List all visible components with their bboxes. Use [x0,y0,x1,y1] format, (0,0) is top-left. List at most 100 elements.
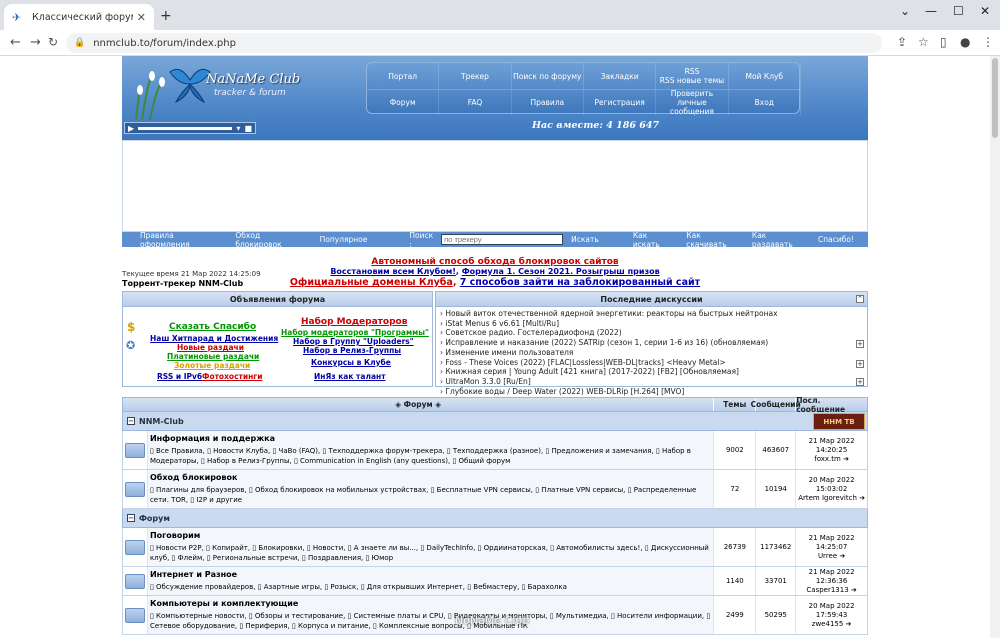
subforum-list[interactable]: ▯ Все Правила, ▯ Новости Клуба, ▯ ЧаВо (… [150,446,711,466]
expand-icon[interactable]: + [856,340,864,348]
maximize-icon[interactable]: ☐ [953,4,964,18]
page-scrollbar[interactable] [990,56,1000,638]
uploaders-link[interactable]: Набор в Группу "Uploaders" [293,337,414,346]
search-input[interactable] [441,234,564,245]
last-post[interactable]: 20 Мар 2022 15:03:02 Artem Igorevitch ➔ [795,470,867,508]
menu-top-item[interactable]: Закладки [584,63,657,89]
nnm-tv-badge[interactable]: ННМ ТВ [813,413,865,430]
menu-bottom-item[interactable]: Форум [367,90,440,115]
hitparade-link[interactable]: Наш Хитпарад и Достижения [150,334,278,343]
forum-title[interactable]: Обход блокировок [150,473,711,482]
menu-bottom-item[interactable]: Регистрация [584,90,657,115]
promo-7ways-link[interactable]: 7 способов зайти на заблокированный сайт [460,277,700,288]
nav-how-search[interactable]: Как искать [633,231,672,249]
release-group-link[interactable]: Набор в Релиз-Группы [303,346,401,355]
sidepanel-icon[interactable]: ▯ [940,35,947,49]
nav-how-upload[interactable]: Как раздавать [752,231,804,249]
discussion-item[interactable]: › iStat Menus 6 v6.61 [Multi/Ru] [440,319,863,329]
volume-icon[interactable]: ■ [244,124,252,133]
last-post-user[interactable]: Urree ➔ [796,552,867,561]
subforum-list[interactable]: ▯ Плагины для браузеров, ▯ Обход блокиро… [150,485,711,505]
rss-link[interactable]: RSS и IPv6 [157,372,202,381]
menu-bottom-item[interactable]: FAQ [439,90,512,115]
category-title[interactable]: Форум [139,514,170,523]
menu-bottom-item[interactable]: Правила [512,90,584,115]
close-window-icon[interactable]: ✕ [980,4,990,18]
last-post[interactable]: 21 Мар 2022 14:20:25 foxx.tm ➔ [795,431,867,469]
goto-post-icon[interactable]: ➔ [837,552,845,560]
forum-title[interactable]: Компьютеры и комплектующие [150,599,711,608]
promo-f1-link[interactable]: Формула 1. Сезон 2021. Розыгрыш призов [462,267,660,276]
menu-top-item[interactable]: RSS RSS новые темы [656,63,729,89]
discussion-item[interactable]: › Новый виток отечественной ядерной энер… [440,309,863,319]
player-progress[interactable] [138,126,233,130]
say-thanks-link[interactable]: Сказать Спасибо [169,322,256,332]
bookmark-star-icon[interactable]: ☆ [918,35,929,49]
subforum-list[interactable]: ▯ Компьютерные новости, ▯ Обзоры и тести… [150,611,711,631]
profile-icon[interactable]: ● [960,35,970,49]
collapse-icon[interactable]: ⌃ [856,295,864,303]
promo-restore-link[interactable]: Восстановим всем Клубом! [330,267,456,276]
discussion-item[interactable]: › Книжная серия | Young Adult [421 книга… [440,367,863,377]
nav-popular[interactable]: Популярное [320,235,368,244]
menu-dots-icon[interactable]: ⋮ [982,35,994,49]
volume-dropdown-icon[interactable]: ▾ [236,124,240,133]
last-post-user[interactable]: zwe4155 ➔ [796,620,867,629]
gold-releases-link[interactable]: Золотые раздачи [174,361,250,370]
collapse-toggle-icon[interactable]: − [127,514,135,522]
search-button[interactable]: Искать [571,235,599,244]
audio-player[interactable]: ▶ ▾ ■ [124,122,256,134]
tracker-title[interactable]: Торрент-трекер NNM-Club [122,279,243,288]
photohosting-link[interactable]: Фотохостинги [202,372,262,381]
nav-rules[interactable]: Правила оформления [140,231,217,249]
chevron-down-icon[interactable]: ⌄ [900,4,910,18]
forum-category[interactable]: − Форум [122,509,868,528]
forum-category[interactable]: − NNM-Club ННМ ТВ [122,412,868,431]
discussion-item[interactable]: › Foss - These Voices (2022) [FLAC|Lossl… [440,358,863,368]
share-icon[interactable]: ⇪ [897,35,907,49]
goto-post-icon[interactable]: ➔ [841,455,849,463]
subforum-list[interactable]: ▯ Новости P2P, ▯ Копирайт, ▯ Блокировки,… [150,543,711,563]
expand-icon[interactable]: + [856,378,864,386]
discussion-item[interactable]: › Советское радио. Гостелерадиофонд (202… [440,328,863,338]
last-post-user[interactable]: Casper1313 ➔ [796,586,867,595]
menu-top-item[interactable]: Мой Клуб [729,63,801,89]
browser-tab[interactable]: ✈ Классический форум-трекер - NNM-Club ✕ [4,4,154,30]
close-tab-icon[interactable]: ✕ [137,11,146,24]
expand-icon[interactable]: + [856,360,864,368]
talent-link[interactable]: ИнЯз как талант [314,372,386,381]
last-post[interactable]: 20 Мар 2022 17:59:43 zwe4155 ➔ [795,596,867,634]
promo-domains-link[interactable]: Официальные домены Клуба [290,277,453,288]
menu-top-item[interactable]: Портал [367,63,440,89]
menu-top-item[interactable]: Поиск по форуму [512,63,584,89]
discussion-item[interactable]: › Изменение имени пользователя [440,348,863,358]
goto-post-icon[interactable]: ➔ [849,586,857,594]
menu-bottom-item[interactable]: Проверить личные сообщения [656,89,729,116]
goto-post-icon[interactable]: ➔ [857,494,865,502]
forum-title[interactable]: Интернет и Разное [150,570,711,579]
last-post-user[interactable]: foxx.tm ➔ [796,455,867,464]
address-bar[interactable]: 🔒 nnmclub.to/forum/index.php [66,33,882,53]
mod-programs-link[interactable]: Набор модераторов "Программы" [281,328,429,337]
play-icon[interactable]: ▶ [128,124,134,133]
logo-text[interactable]: NaNaMe Club [206,72,300,87]
menu-bottom-item[interactable]: Вход [729,90,801,115]
forum-title[interactable]: Поговорим [150,531,711,540]
forum-title[interactable]: Информация и поддержка [150,434,711,443]
menu-top-item[interactable]: Трекер [439,63,512,89]
last-post-user[interactable]: Artem Igorevitch ➔ [796,494,867,503]
goto-post-icon[interactable]: ➔ [843,620,852,628]
discussion-item[interactable]: › UltraMon 3.3.0 [Ru/En] [440,377,863,387]
new-releases-link[interactable]: Новые раздачи [177,343,244,352]
moderators-link[interactable]: Набор Модераторов [301,317,407,327]
subforum-list[interactable]: ▯ Обсуждение провайдеров, ▯ Азартные игр… [150,582,711,592]
nav-bypass[interactable]: Обход блокировок [235,231,301,249]
new-tab-icon[interactable]: + [160,8,172,24]
collapse-toggle-icon[interactable]: − [127,417,135,425]
minimize-icon[interactable]: — [925,4,937,18]
nav-thanks[interactable]: Спасибо! [818,235,854,244]
discussion-item[interactable]: › Исправление и наказание (2022) SATRip … [440,338,863,348]
last-post[interactable]: 21 Мар 2022 12:36:36 Casper1313 ➔ [795,567,867,595]
reload-icon[interactable]: ↻ [48,35,58,49]
back-icon[interactable]: ← [10,35,21,50]
